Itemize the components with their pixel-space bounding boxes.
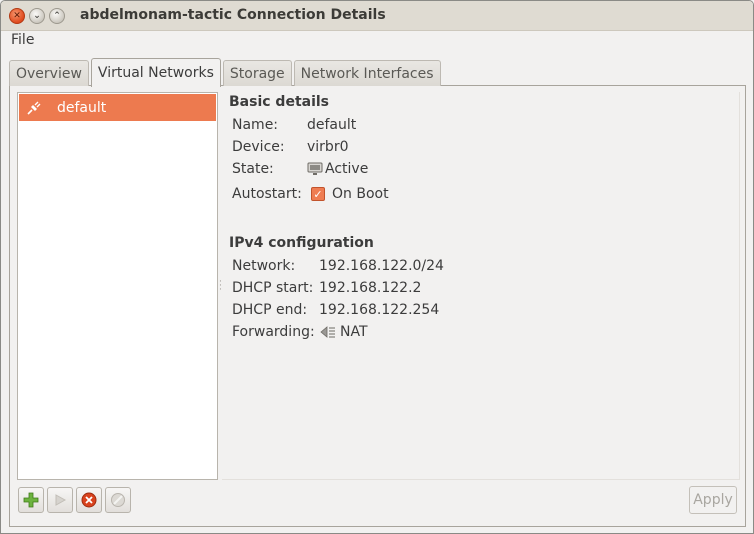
tab-network-interfaces[interactable]: Network Interfaces (293, 60, 441, 86)
apply-button[interactable]: Apply (689, 486, 737, 514)
network-nat-icon (320, 326, 335, 338)
tab-panel: default · · · Basic details Name: default … (9, 85, 746, 527)
state-label: State: (232, 161, 274, 177)
delete-icon (111, 493, 125, 507)
stop-icon (81, 492, 97, 508)
network-name: default (57, 99, 107, 116)
name-value: default (307, 117, 357, 133)
state-value: Active (325, 161, 369, 177)
maximize-icon: ⌃ (53, 10, 61, 21)
dhcp-end-label: DHCP end: (232, 302, 308, 318)
list-item-network-default[interactable]: default (19, 94, 216, 121)
device-value: virbr0 (307, 139, 349, 155)
menu-bar: File (1, 31, 753, 51)
autostart-value: On Boot (332, 186, 389, 202)
autostart-label: Autostart: (232, 186, 302, 202)
dhcp-start-label: DHCP start: (232, 280, 314, 296)
menu-file[interactable]: File (11, 32, 34, 48)
title-bar[interactable]: ✕ ⌄ ⌃ abdelmonam-tactic Connection Detai… (1, 1, 753, 31)
ipv4-heading: IPv4 configuration (229, 235, 374, 251)
add-network-button[interactable] (18, 487, 44, 513)
state-value-group: Active (307, 161, 368, 177)
forwarding-label: Forwarding: (232, 324, 315, 340)
network-label: Network: (232, 258, 296, 274)
forwarding-value: NAT (340, 324, 368, 340)
plug-icon (27, 101, 41, 115)
play-icon (55, 494, 67, 506)
add-icon (23, 492, 39, 508)
monitor-icon (307, 162, 323, 175)
delete-network-button[interactable] (105, 487, 131, 513)
tab-bar: Overview Virtual Networks Storage Networ… (9, 58, 443, 87)
network-value: 192.168.122.0/24 (319, 258, 444, 274)
forwarding-value-group: NAT (319, 324, 368, 340)
close-icon: ✕ (13, 10, 21, 21)
device-label: Device: (232, 139, 285, 155)
minimize-icon: ⌄ (33, 10, 41, 21)
dhcp-start-value: 192.168.122.2 (319, 280, 422, 296)
window-title: abdelmonam-tactic Connection Details (80, 7, 386, 23)
tab-virtual-networks[interactable]: Virtual Networks (90, 58, 221, 87)
stop-network-button[interactable] (76, 487, 102, 513)
close-window-button[interactable]: ✕ (9, 8, 25, 24)
network-list[interactable]: default (17, 92, 218, 480)
autostart-checkbox[interactable]: ✓ On Boot (311, 186, 389, 202)
name-label: Name: (232, 117, 279, 133)
tab-overview[interactable]: Overview (9, 60, 89, 86)
checkmark-icon: ✓ (311, 187, 325, 201)
tab-storage[interactable]: Storage (222, 60, 292, 86)
minimize-window-button[interactable]: ⌄ (29, 8, 45, 24)
connection-details-window: ✕ ⌄ ⌃ abdelmonam-tactic Connection Detai… (0, 0, 754, 534)
dhcp-end-value: 192.168.122.254 (319, 302, 440, 318)
maximize-window-button[interactable]: ⌃ (49, 8, 65, 24)
start-network-button[interactable] (47, 487, 73, 513)
basic-details-heading: Basic details (229, 94, 330, 110)
